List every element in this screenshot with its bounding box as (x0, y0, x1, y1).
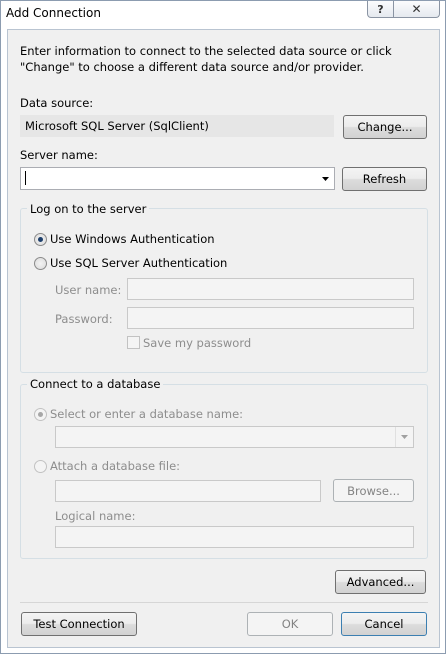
footer-divider (20, 602, 428, 603)
sql-auth-label[interactable]: Use SQL Server Authentication (50, 256, 227, 270)
dropdown-arrow-icon[interactable] (395, 427, 413, 447)
attach-file-radio[interactable] (34, 460, 47, 473)
title-bar: Add Connection ? ✕ (1, 1, 445, 27)
window-title: Add Connection (6, 6, 101, 20)
windows-auth-radio[interactable] (34, 233, 47, 246)
dialog-body: Enter information to connect to the sele… (7, 29, 440, 648)
test-connection-button[interactable]: Test Connection (21, 612, 137, 636)
database-group-title: Connect to a database (27, 377, 164, 391)
windows-auth-label[interactable]: Use Windows Authentication (50, 232, 215, 246)
cancel-button[interactable]: Cancel (341, 612, 427, 636)
password-input[interactable] (127, 307, 414, 329)
advanced-button[interactable]: Advanced... (335, 570, 426, 594)
text-caret (25, 171, 26, 185)
data-source-value: Microsoft SQL Server (SqlClient) (25, 119, 209, 133)
server-name-label: Server name: (20, 148, 98, 162)
help-icon: ? (377, 2, 384, 16)
browse-button[interactable]: Browse... (333, 479, 414, 502)
change-button[interactable]: Change... (343, 115, 427, 139)
database-file-input[interactable] (55, 480, 321, 502)
help-button[interactable]: ? (367, 1, 394, 18)
data-source-label: Data source: (20, 96, 94, 110)
refresh-button[interactable]: Refresh (342, 167, 427, 191)
attach-file-label[interactable]: Attach a database file: (50, 459, 180, 473)
database-name-combo[interactable] (55, 426, 414, 448)
sql-auth-radio[interactable] (34, 257, 47, 270)
intro-text: Enter information to connect to the sele… (20, 44, 392, 74)
user-name-label: User name: (55, 283, 122, 297)
user-name-input[interactable] (127, 278, 414, 300)
select-db-label[interactable]: Select or enter a database name: (50, 407, 243, 421)
logical-name-label: Logical name: (55, 509, 136, 523)
save-password-checkbox[interactable] (127, 336, 140, 349)
data-source-field: Microsoft SQL Server (SqlClient) (20, 115, 334, 137)
logical-name-input[interactable] (55, 526, 414, 548)
close-icon: ✕ (411, 2, 422, 16)
close-button[interactable]: ✕ (394, 1, 440, 18)
dropdown-arrow-icon[interactable] (316, 168, 334, 189)
save-password-label[interactable]: Save my password (143, 336, 251, 350)
password-label: Password: (55, 312, 113, 326)
add-connection-dialog: Add Connection ? ✕ Enter information to … (0, 0, 446, 654)
select-db-radio[interactable] (34, 408, 47, 421)
logon-group-title: Log on to the server (27, 202, 150, 216)
server-name-combo[interactable] (20, 167, 335, 190)
ok-button[interactable]: OK (247, 612, 333, 636)
